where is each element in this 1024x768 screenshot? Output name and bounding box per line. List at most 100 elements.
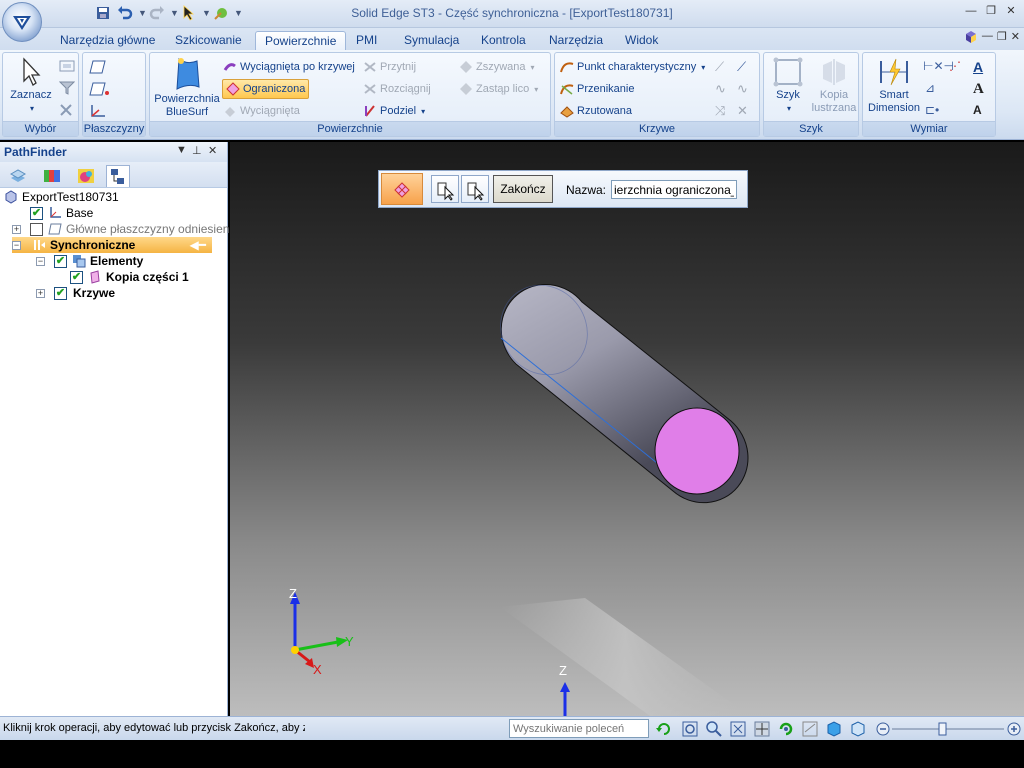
tree-item-synchronous[interactable]: − Synchroniczne ◀━ bbox=[12, 237, 212, 253]
elements-checkbox[interactable]: ✔ bbox=[54, 255, 67, 268]
select-step-button-2[interactable] bbox=[461, 175, 489, 203]
curve-tool-icon-4[interactable]: ∿ bbox=[737, 81, 748, 97]
group-plaszczyzny: Płaszczyzny bbox=[82, 52, 146, 137]
tree-item-curves[interactable]: + ✔ Krzywe bbox=[36, 285, 115, 301]
part-icon bbox=[4, 190, 18, 204]
plane-coincident-icon[interactable] bbox=[89, 81, 111, 100]
select-filter-icon[interactable] bbox=[59, 59, 75, 76]
planes-checkbox[interactable] bbox=[30, 223, 43, 236]
view-style-icon[interactable] bbox=[849, 720, 867, 738]
cylinder-end-face[interactable] bbox=[655, 408, 739, 494]
view-triad[interactable]: Z Y X bbox=[280, 582, 370, 682]
przenikanie-button[interactable]: Przenikanie bbox=[560, 79, 634, 99]
tab-powierzchnie[interactable]: Powierzchnie bbox=[255, 31, 346, 50]
graphics-viewport[interactable]: Z ·· Z Y X Zakończ Nazwa: bbox=[230, 142, 1024, 716]
curve-tool-icon-1[interactable]: ⟋ bbox=[715, 59, 724, 75]
finish-button[interactable]: Zakończ bbox=[493, 175, 553, 203]
application-button[interactable] bbox=[2, 2, 42, 42]
rozciagnij-button[interactable]: Rozciągnij bbox=[363, 79, 431, 99]
fit-icon[interactable] bbox=[729, 720, 747, 738]
panel-menu-icon[interactable]: ▼ bbox=[176, 144, 187, 156]
help-icon[interactable] bbox=[964, 30, 978, 47]
pathfinder-tree-tab-icon[interactable] bbox=[106, 165, 130, 187]
command-search-input[interactable] bbox=[509, 719, 649, 738]
base-z-arrow bbox=[560, 682, 570, 692]
punkt-charakterystyczny-button[interactable]: Punkt charakterystyczny ▾ bbox=[560, 57, 705, 77]
tree-item-planes[interactable]: + Główne płaszczyzny odniesienia bbox=[12, 221, 239, 237]
group-label-wymiar: Wymiar bbox=[863, 121, 995, 136]
szyk-button[interactable]: Szyk ▾ bbox=[768, 57, 808, 115]
zastap-lico-button[interactable]: Zastąp lico ▾ bbox=[459, 79, 538, 99]
bluesurf-button[interactable]: Powierzchnia BlueSurf bbox=[152, 57, 222, 119]
ograniczona-button[interactable]: Ograniczona bbox=[222, 79, 309, 99]
part-copy-checkbox[interactable]: ✔ bbox=[70, 271, 83, 284]
pan-icon[interactable] bbox=[753, 720, 771, 738]
zoom-slider[interactable] bbox=[876, 721, 1022, 737]
tree-item-elements[interactable]: − ✔ Elementy bbox=[36, 253, 143, 269]
curve-tool-icon-5[interactable]: ⤨ bbox=[715, 103, 725, 119]
refresh-icon[interactable] bbox=[655, 720, 673, 738]
angle-dimension-icon[interactable]: ⊿ bbox=[925, 81, 935, 95]
doc-minimize-icon[interactable]: — bbox=[982, 30, 993, 47]
zoom-area-icon[interactable] bbox=[681, 720, 699, 738]
wyciagnieta-button[interactable]: Wyciągnięta bbox=[223, 101, 300, 121]
doc-close-icon[interactable]: ✕ bbox=[1011, 30, 1020, 47]
zszywana-button[interactable]: Zszywana ▾ bbox=[459, 57, 535, 77]
zaznacz-button[interactable]: Zaznacz ▾ bbox=[5, 57, 57, 115]
curves-checkbox[interactable]: ✔ bbox=[54, 287, 67, 300]
curve-tool-icon-2[interactable]: ⟋ bbox=[737, 59, 746, 75]
przytnij-button[interactable]: Przytnij bbox=[363, 57, 416, 77]
plane-icon[interactable] bbox=[89, 59, 107, 78]
name-input[interactable] bbox=[611, 180, 737, 199]
wyciagnieta-po-krzywej-button[interactable]: Wyciągnięta po krzywej bbox=[223, 57, 355, 77]
tree-item-base[interactable]: ✔ Base bbox=[30, 205, 93, 221]
view-orientation-icon[interactable] bbox=[825, 720, 843, 738]
doc-restore-icon[interactable]: ❐ bbox=[997, 30, 1007, 47]
text-size-icon[interactable]: A bbox=[973, 103, 982, 117]
tab-symulacja[interactable]: Symulacja bbox=[404, 31, 459, 50]
tree-root[interactable]: ExportTest180731 bbox=[4, 189, 119, 205]
ribbon-window-controls: — ❐ ✕ bbox=[964, 30, 1020, 47]
select-tool-icon[interactable] bbox=[59, 103, 75, 120]
rollback-arrow-icon[interactable]: ◀━ bbox=[190, 238, 206, 252]
split-icon bbox=[363, 104, 377, 118]
base-checkbox[interactable]: ✔ bbox=[30, 207, 43, 220]
podziel-button[interactable]: Podziel ▾ bbox=[363, 101, 425, 121]
tree-item-part-copy[interactable]: ✔ Kopia części 1 bbox=[70, 269, 189, 285]
expand-icon[interactable]: + bbox=[12, 225, 21, 234]
tab-widok[interactable]: Widok bbox=[625, 31, 658, 50]
zoom-icon[interactable] bbox=[705, 720, 723, 738]
expand-icon[interactable]: + bbox=[36, 289, 45, 298]
kopia-lustrzana-button[interactable]: Kopia lustrzana bbox=[810, 57, 858, 115]
curve-tool-icon-6[interactable]: ✕ bbox=[737, 103, 748, 119]
intersection-curve-icon bbox=[560, 82, 574, 96]
color-manager-tab-icon[interactable] bbox=[40, 165, 64, 187]
close-icon[interactable]: ✕ bbox=[1002, 3, 1020, 19]
dimension-style-icon[interactable]: ⋰ bbox=[949, 59, 961, 73]
rzutowana-button[interactable]: Rzutowana bbox=[560, 101, 632, 121]
curve-tool-icon-3[interactable]: ∿ bbox=[715, 81, 726, 97]
text-icon[interactable]: A bbox=[973, 81, 984, 98]
coordinate-dimension-icon[interactable]: ⊏• bbox=[925, 103, 939, 117]
appearance-tab-icon[interactable] bbox=[74, 165, 98, 187]
filter-funnel-icon[interactable] bbox=[59, 81, 75, 98]
tab-narzedzia-glowne[interactable]: Narzędzia główne bbox=[60, 31, 155, 50]
select-step-button-1[interactable] bbox=[431, 175, 459, 203]
smart-dimension-button[interactable]: Smart Dimension bbox=[865, 57, 923, 115]
coordinate-system-icon[interactable] bbox=[89, 103, 109, 122]
tab-pmi[interactable]: PMI bbox=[356, 31, 377, 50]
collapse-icon[interactable]: − bbox=[12, 241, 21, 250]
restore-icon[interactable]: ❐ bbox=[982, 3, 1000, 19]
minimize-icon[interactable]: — bbox=[962, 3, 980, 19]
tab-kontrola[interactable]: Kontrola bbox=[481, 31, 526, 50]
tab-narzedzia[interactable]: Narzędzia bbox=[549, 31, 603, 50]
rotate-icon[interactable] bbox=[777, 720, 795, 738]
collapse-icon[interactable]: − bbox=[36, 257, 45, 266]
pin-icon[interactable]: ⊥ bbox=[192, 144, 202, 157]
sketch-view-icon[interactable] bbox=[801, 720, 819, 738]
tab-szkicowanie[interactable]: Szkicowanie bbox=[175, 31, 242, 50]
layers-tab-icon[interactable] bbox=[6, 165, 30, 187]
panel-close-icon[interactable]: ✕ bbox=[208, 144, 217, 157]
text-style-icon[interactable]: A bbox=[973, 59, 983, 75]
bounded-step-button[interactable] bbox=[381, 173, 423, 205]
